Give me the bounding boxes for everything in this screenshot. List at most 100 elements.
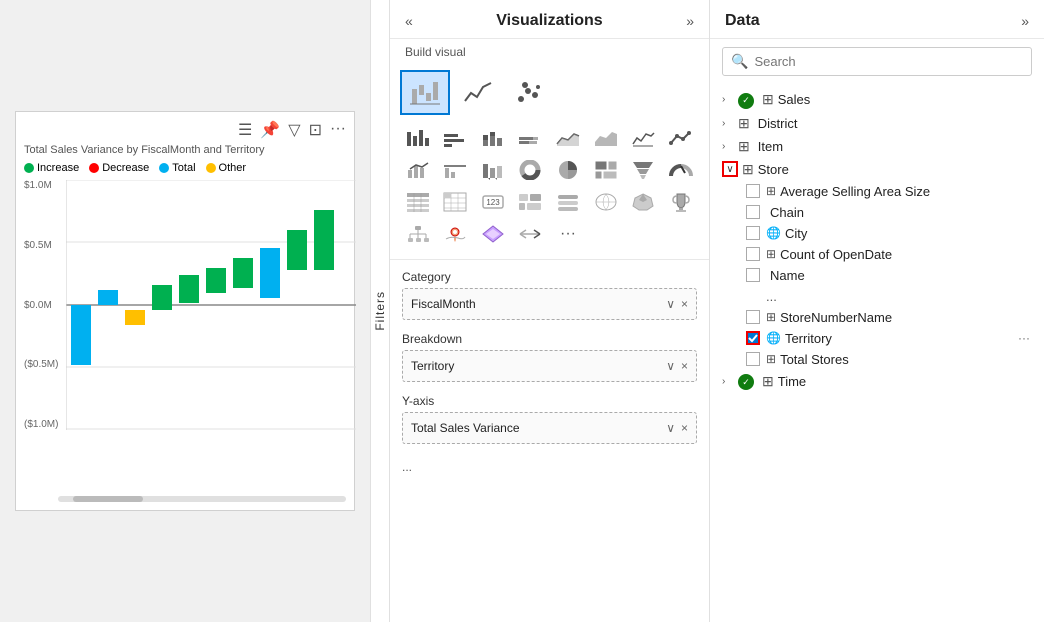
store-label: Store bbox=[758, 162, 1032, 177]
more-icon[interactable]: ··· bbox=[330, 120, 346, 140]
name-checkbox[interactable] bbox=[746, 268, 760, 282]
legend-dot-total bbox=[159, 163, 169, 173]
viz-icon-area[interactable] bbox=[551, 123, 586, 153]
city-checkbox[interactable] bbox=[746, 226, 760, 240]
city-icon: 🌐 bbox=[766, 226, 781, 240]
viz-icon-combo2[interactable] bbox=[438, 155, 473, 185]
yaxis-chevron[interactable]: ∨ bbox=[666, 421, 675, 435]
yaxis-clear[interactable]: × bbox=[681, 421, 688, 435]
category-chevron[interactable]: ∨ bbox=[666, 297, 675, 311]
viz-icon-slicer[interactable] bbox=[551, 187, 586, 217]
breakdown-clear[interactable]: × bbox=[681, 359, 688, 373]
tree-item-territory[interactable]: 🌐 Territory ··· bbox=[710, 328, 1044, 349]
store-number-name-checkbox[interactable] bbox=[746, 310, 760, 324]
legend-decrease: Decrease bbox=[89, 162, 149, 174]
item-chevron[interactable]: › bbox=[722, 141, 738, 152]
viz-icon-ribbon[interactable] bbox=[475, 155, 510, 185]
data-header: Data » bbox=[710, 0, 1044, 39]
breakdown-well: Breakdown Territory ∨ × bbox=[402, 332, 697, 382]
format-icon[interactable]: ☰ bbox=[238, 120, 252, 140]
viz-icon-bar2[interactable] bbox=[438, 123, 473, 153]
viz-icons-grid: 123 bbox=[400, 123, 699, 249]
viz-icon-donut[interactable] bbox=[513, 155, 548, 185]
viz-icon-stacked[interactable] bbox=[475, 123, 510, 153]
viz-icon-map[interactable] bbox=[588, 187, 623, 217]
waterfall-chart: $1.0M $0.5M $0.0M ($0.5M) ($1.0M) bbox=[66, 180, 346, 430]
viz-icon-area2[interactable] bbox=[588, 123, 623, 153]
viz-icon-card[interactable]: 123 bbox=[475, 187, 510, 217]
chart-scrollbar[interactable] bbox=[58, 496, 346, 502]
total-stores-checkbox[interactable] bbox=[746, 352, 760, 366]
viz-icon-gauge[interactable] bbox=[663, 155, 698, 185]
viz-icon-stacked2[interactable] bbox=[513, 123, 548, 153]
city-label: City bbox=[785, 226, 1032, 241]
category-well: Category FiscalMonth ∨ × bbox=[402, 270, 697, 320]
tree-item-time[interactable]: › ✓ ⊞ Time bbox=[710, 370, 1044, 394]
search-box[interactable]: 🔍 bbox=[722, 47, 1032, 76]
breakdown-value: Territory bbox=[411, 359, 454, 373]
tree-item-store[interactable]: ∨ ⊞ Store bbox=[710, 158, 1044, 181]
tree-item-item[interactable]: › ⊞ Item bbox=[710, 135, 1044, 158]
viz-icon-line3[interactable] bbox=[663, 123, 698, 153]
territory-ellipsis[interactable]: ··· bbox=[1016, 331, 1032, 345]
search-input[interactable] bbox=[754, 54, 1023, 69]
viz-icons-section: 123 bbox=[390, 65, 709, 260]
yaxis-label: Y-axis bbox=[402, 394, 697, 408]
tree-item-district[interactable]: › ⊞ District bbox=[710, 112, 1044, 135]
chart-panel: ☰ 📌 ▽ ⊡ ··· Total Sales Variance by Fisc… bbox=[0, 0, 370, 622]
viz-icon-map2[interactable] bbox=[438, 219, 473, 249]
chain-checkbox[interactable] bbox=[746, 205, 760, 219]
sales-table-icon: ⊞ bbox=[762, 91, 774, 108]
data-expand-btn[interactable]: » bbox=[1021, 13, 1029, 29]
viz-icon-diamond[interactable] bbox=[475, 219, 510, 249]
tree-item-count-opendate: ⊞ Count of OpenDate bbox=[710, 244, 1044, 265]
yaxis-box[interactable]: Total Sales Variance ∨ × bbox=[402, 412, 697, 444]
viz-icon-multicard[interactable] bbox=[513, 187, 548, 217]
data-panel: Data » 🔍 › ✓ ⊞ Sales › ⊞ District › ⊞ It… bbox=[710, 0, 1044, 622]
viz-icon-pie[interactable] bbox=[551, 155, 586, 185]
legend-other: Other bbox=[206, 162, 247, 174]
viz-icon-scatter[interactable] bbox=[505, 70, 550, 115]
viz-icon-matrix[interactable] bbox=[438, 187, 473, 217]
category-box[interactable]: FiscalMonth ∨ × bbox=[402, 288, 697, 320]
viz-icon-filled-map[interactable] bbox=[626, 187, 661, 217]
viz-icon-more[interactable]: ··· bbox=[551, 219, 586, 249]
viz-icon-arrows[interactable] bbox=[513, 219, 548, 249]
field-wells: Category FiscalMonth ∨ × Breakdown Terri… bbox=[390, 260, 709, 622]
viz-icon-line2[interactable] bbox=[626, 123, 661, 153]
viz-icon-waterfall[interactable] bbox=[400, 70, 450, 115]
count-opendate-checkbox[interactable] bbox=[746, 247, 760, 261]
chart-scrollbar-thumb[interactable] bbox=[73, 496, 143, 502]
territory-checkbox[interactable] bbox=[746, 331, 760, 345]
viz-collapse-btn[interactable]: « bbox=[405, 13, 413, 29]
viz-icon-trophy[interactable] bbox=[663, 187, 698, 217]
viz-icon-bar[interactable] bbox=[400, 123, 435, 153]
viz-icon-line[interactable] bbox=[455, 70, 500, 115]
time-table-icon: ⊞ bbox=[762, 373, 774, 390]
pin-icon[interactable]: 📌 bbox=[260, 120, 280, 140]
item-table-icon: ⊞ bbox=[738, 138, 750, 155]
viz-icon-decomp[interactable] bbox=[400, 219, 435, 249]
time-chevron[interactable]: › bbox=[722, 376, 738, 387]
viz-icon-combo[interactable] bbox=[400, 155, 435, 185]
filters-sidebar[interactable]: Filters bbox=[370, 0, 390, 622]
category-clear[interactable]: × bbox=[681, 297, 688, 311]
breakdown-box[interactable]: Territory ∨ × bbox=[402, 350, 697, 382]
avg-selling-label: Average Selling Area Size bbox=[780, 184, 1032, 199]
tree-dots: ... bbox=[746, 289, 777, 304]
viz-expand-btn[interactable]: » bbox=[686, 13, 694, 29]
district-chevron[interactable]: › bbox=[722, 118, 738, 129]
expand-icon[interactable]: ⊡ bbox=[309, 120, 322, 140]
avg-selling-checkbox[interactable] bbox=[746, 184, 760, 198]
viz-icon-funnel[interactable] bbox=[626, 155, 661, 185]
territory-label: Territory bbox=[785, 331, 1016, 346]
store-expand-box[interactable]: ∨ bbox=[722, 161, 738, 177]
tree-item-sales[interactable]: › ✓ ⊞ Sales bbox=[710, 88, 1044, 112]
chart-container: ☰ 📌 ▽ ⊡ ··· Total Sales Variance by Fisc… bbox=[15, 111, 355, 511]
breakdown-chevron[interactable]: ∨ bbox=[666, 359, 675, 373]
viz-icon-table[interactable] bbox=[400, 187, 435, 217]
filter-icon[interactable]: ▽ bbox=[288, 120, 300, 140]
viz-icon-treemap[interactable] bbox=[588, 155, 623, 185]
sales-chevron[interactable]: › bbox=[722, 94, 738, 105]
item-label: Item bbox=[758, 139, 1032, 154]
